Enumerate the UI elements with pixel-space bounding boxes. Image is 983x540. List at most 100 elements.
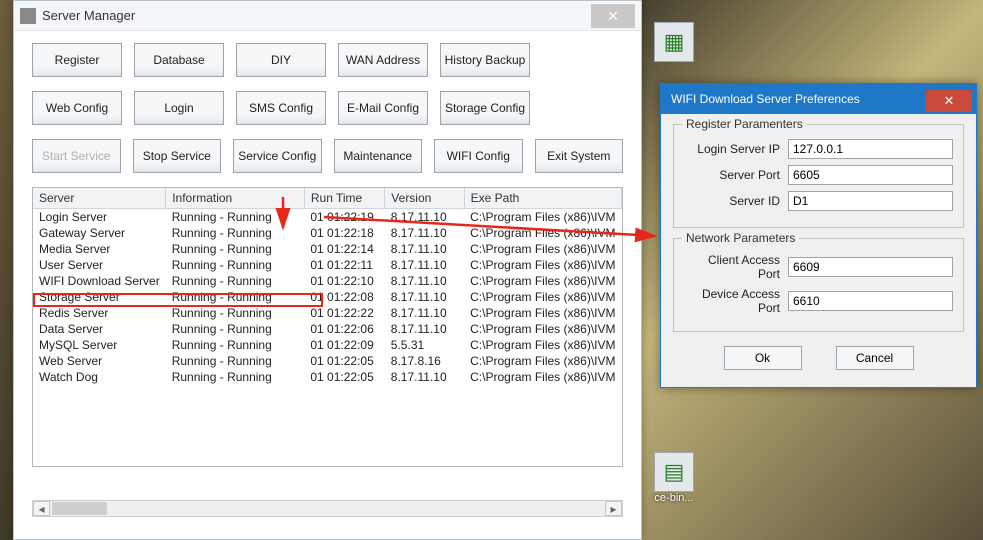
cell-version: 8.17.11.10 (385, 289, 464, 305)
cell-runtime: 01 01:22:14 (304, 241, 384, 257)
table-row[interactable]: Gateway ServerRunning - Running01 01:22:… (33, 225, 622, 241)
cell-server: Login Server (33, 209, 166, 226)
cell-info: Running - Running (166, 225, 305, 241)
app-icon (20, 8, 36, 24)
cell-server: Data Server (33, 321, 166, 337)
cell-version: 8.17.11.10 (385, 321, 464, 337)
column-runtime[interactable]: Run Time (304, 188, 384, 209)
cell-server: Web Server (33, 353, 166, 369)
cell-version: 5.5.31 (385, 337, 464, 353)
cell-version: 8.17.11.10 (385, 305, 464, 321)
column-version[interactable]: Version (385, 188, 464, 209)
scroll-thumb[interactable] (52, 502, 107, 515)
table-row[interactable]: Web ServerRunning - Running01 01:22:058.… (33, 353, 622, 369)
cell-exe: C:\Program Files (x86)\IVM (464, 209, 621, 226)
cell-exe: C:\Program Files (x86)\IVM (464, 225, 621, 241)
sms-config-button[interactable]: SMS Config (236, 91, 326, 125)
exit-system-button[interactable]: Exit System (535, 139, 624, 173)
stop-service-button[interactable]: Stop Service (133, 139, 222, 173)
server-table[interactable]: Server Information Run Time Version Exe … (32, 187, 623, 467)
table-row[interactable]: Watch DogRunning - Running01 01:22:058.1… (33, 369, 622, 385)
cell-version: 8.17.11.10 (385, 257, 464, 273)
database-button[interactable]: Database (134, 43, 224, 77)
close-icon[interactable]: ✕ (591, 4, 635, 28)
cell-runtime: 01 01:22:18 (304, 225, 384, 241)
cell-server: User Server (33, 257, 166, 273)
device-port-field[interactable] (788, 291, 953, 311)
cell-version: 8.17.11.10 (385, 225, 464, 241)
table-row[interactable]: WIFI Download ServerRunning - Running01 … (33, 273, 622, 289)
client-port-field[interactable] (788, 257, 953, 277)
desktop-icon-label: ce-bin... (650, 492, 698, 504)
cell-exe: C:\Program Files (x86)\IVM (464, 289, 621, 305)
cell-server: Media Server (33, 241, 166, 257)
table-row[interactable]: Media ServerRunning - Running01 01:22:14… (33, 241, 622, 257)
window-titlebar[interactable]: Server Manager ✕ (14, 1, 641, 31)
server-port-label: Server Port (684, 168, 788, 182)
table-row[interactable]: Redis ServerRunning - Running01 01:22:22… (33, 305, 622, 321)
cell-exe: C:\Program Files (x86)\IVM (464, 257, 621, 273)
table-row[interactable]: MySQL ServerRunning - Running01 01:22:09… (33, 337, 622, 353)
cell-version: 8.17.11.10 (385, 241, 464, 257)
cell-server: Storage Server (33, 289, 166, 305)
scroll-right-icon[interactable]: ▸ (605, 501, 622, 516)
service-config-button[interactable]: Service Config (233, 139, 322, 173)
cell-exe: C:\Program Files (x86)\IVM (464, 241, 621, 257)
maintenance-button[interactable]: Maintenance (334, 139, 423, 173)
cell-info: Running - Running (166, 353, 305, 369)
cell-version: 8.17.8.16 (385, 353, 464, 369)
cell-info: Running - Running (166, 241, 305, 257)
cell-server: Gateway Server (33, 225, 166, 241)
scroll-left-icon[interactable]: ◂ (33, 501, 50, 516)
start-service-button: Start Service (32, 139, 121, 173)
cell-server: Watch Dog (33, 369, 166, 385)
dialog-titlebar[interactable]: WIFI Download Server Preferences ✕ (661, 84, 976, 114)
register-button[interactable]: Register (32, 43, 122, 77)
ok-button[interactable]: Ok (724, 346, 802, 370)
horizontal-scrollbar[interactable]: ◂ ▸ (32, 500, 623, 517)
desktop-icon-1[interactable]: ▦ (650, 22, 698, 70)
cell-info: Running - Running (166, 369, 305, 385)
cell-exe: C:\Program Files (x86)\IVM (464, 305, 621, 321)
server-id-field[interactable] (788, 191, 953, 211)
cell-version: 8.17.11.10 (385, 273, 464, 289)
cell-runtime: 01 01:22:11 (304, 257, 384, 273)
close-icon[interactable]: ✕ (926, 90, 972, 112)
login-ip-field[interactable] (788, 139, 953, 159)
cell-server: Redis Server (33, 305, 166, 321)
server-id-label: Server ID (684, 194, 788, 208)
cell-info: Running - Running (166, 321, 305, 337)
group-label: Network Parameters (682, 231, 799, 245)
storage-config-button[interactable]: Storage Config (440, 91, 530, 125)
cell-info: Running - Running (166, 273, 305, 289)
table-row[interactable]: Storage ServerRunning - Running01 01:22:… (33, 289, 622, 305)
column-information[interactable]: Information (166, 188, 305, 209)
cancel-button[interactable]: Cancel (836, 346, 914, 370)
wan-address-button[interactable]: WAN Address (338, 43, 428, 77)
history-backup-button[interactable]: History Backup (440, 43, 530, 77)
device-port-label: Device Access Port (684, 287, 788, 315)
wifi-config-button[interactable]: WIFI Config (434, 139, 523, 173)
cell-runtime: 01 01:22:09 (304, 337, 384, 353)
server-port-field[interactable] (788, 165, 953, 185)
window-title: Server Manager (42, 8, 591, 23)
cell-runtime: 01 01:22:05 (304, 369, 384, 385)
cell-server: MySQL Server (33, 337, 166, 353)
cell-version: 8.17.11.10 (385, 209, 464, 226)
table-row[interactable]: User ServerRunning - Running01 01:22:118… (33, 257, 622, 273)
diy-button[interactable]: DIY (236, 43, 326, 77)
cell-runtime: 01 01:22:19 (304, 209, 384, 226)
email-config-button[interactable]: E-Mail Config (338, 91, 428, 125)
table-row[interactable]: Data ServerRunning - Running01 01:22:068… (33, 321, 622, 337)
column-server[interactable]: Server (33, 188, 166, 209)
cell-exe: C:\Program Files (x86)\IVM (464, 321, 621, 337)
cell-runtime: 01 01:22:10 (304, 273, 384, 289)
desktop-icon-2[interactable]: ▤ ce-bin... (650, 452, 698, 500)
table-row[interactable]: Login ServerRunning - Running01 01:22:19… (33, 209, 622, 226)
login-button[interactable]: Login (134, 91, 224, 125)
web-config-button[interactable]: Web Config (32, 91, 122, 125)
network-parameters-group: Network Parameters Client Access Port De… (673, 238, 964, 332)
cell-runtime: 01 01:22:06 (304, 321, 384, 337)
column-exepath[interactable]: Exe Path (464, 188, 621, 209)
register-parameters-group: Register Paramenters Login Server IP Ser… (673, 124, 964, 228)
